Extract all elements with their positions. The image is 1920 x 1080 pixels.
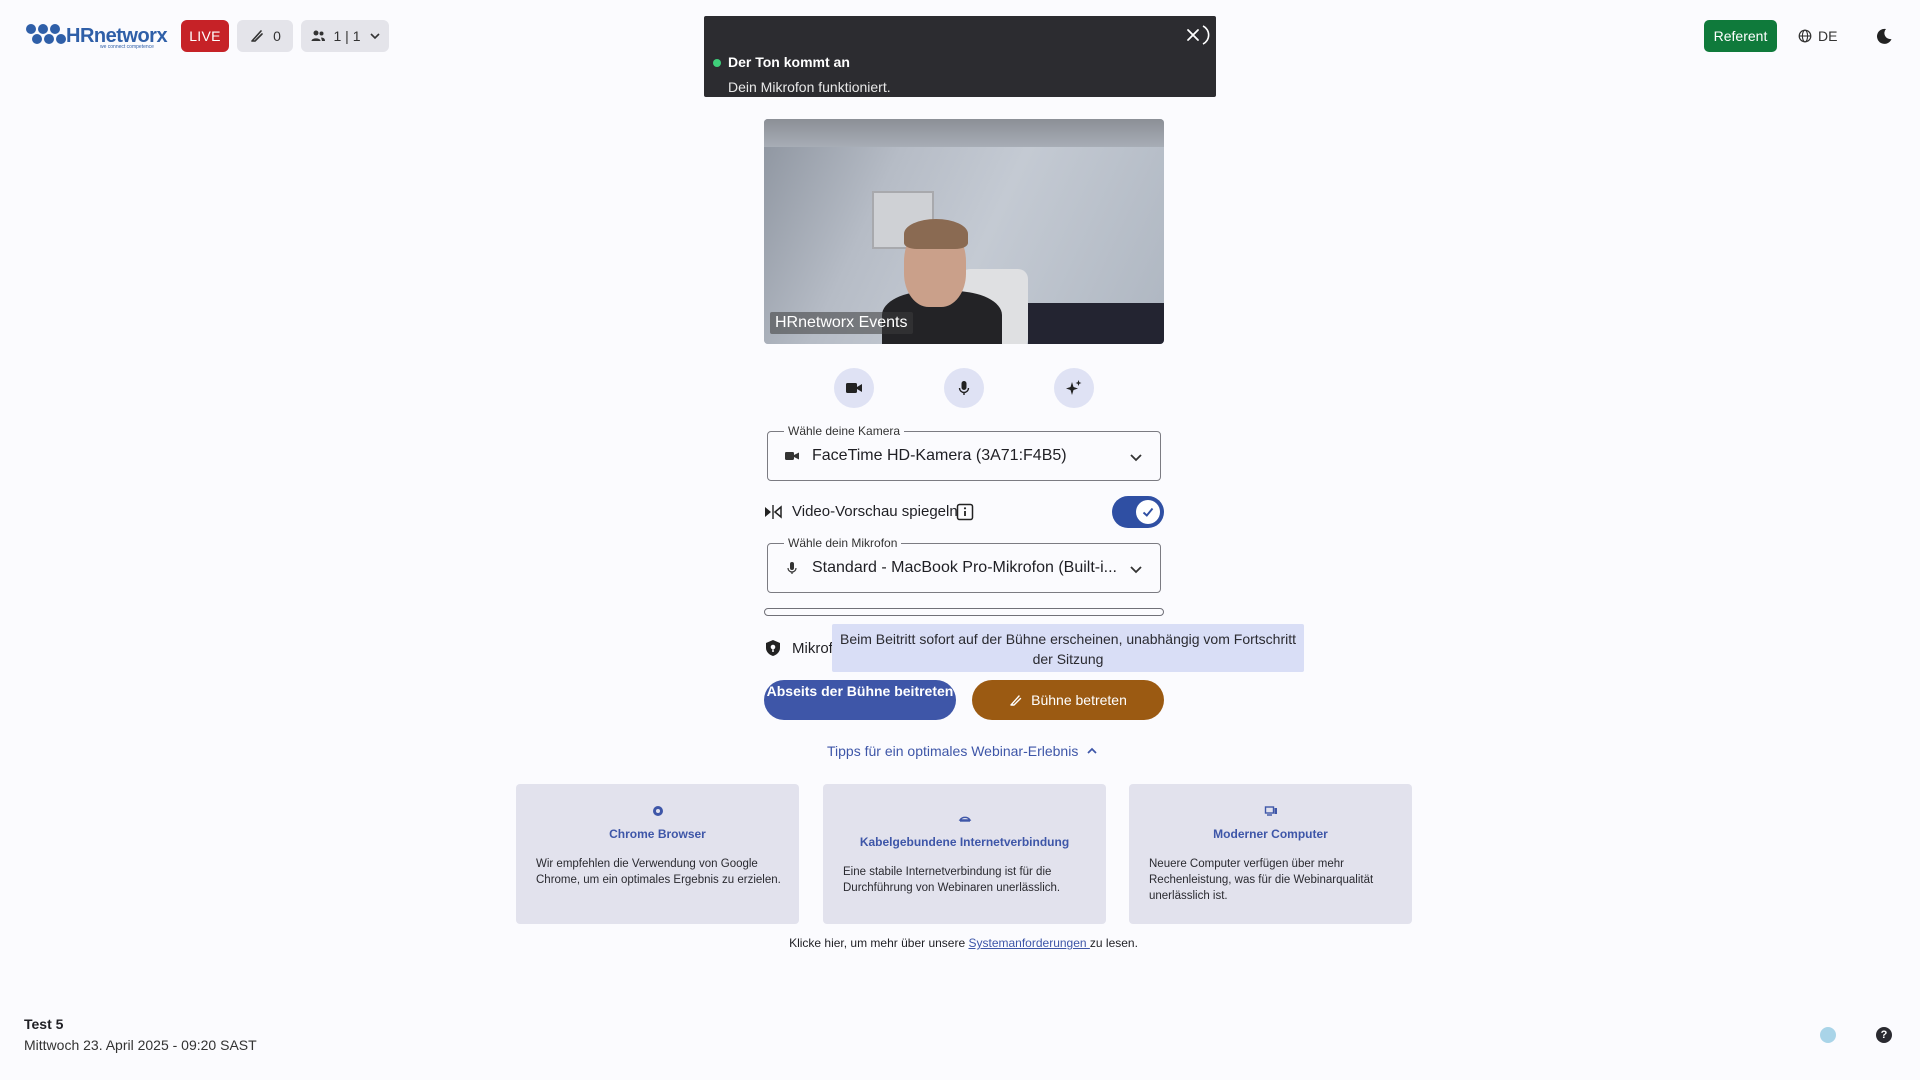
video-name-label: HRnetworx Events <box>770 312 913 334</box>
system-requirements-note: Klicke hier, um mehr über unsere Systema… <box>0 936 1920 950</box>
join-offstage-button[interactable]: Abseits der Bühne beitreten <box>764 680 956 720</box>
tip-card-text: Wir empfehlen die Verwendung von Google … <box>536 858 781 886</box>
hand-icon <box>251 30 263 42</box>
microphone-check-label: Mikrof <box>792 639 833 657</box>
computer-icon <box>1264 806 1277 816</box>
switch-knob <box>1136 500 1160 524</box>
camera-select[interactable]: Wähle deine Kamera FaceTime HD-Kamera (3… <box>767 424 1161 481</box>
chevron-up-icon <box>1087 747 1097 754</box>
toast-notification: Der Ton kommt an Dein Mikrofon funktioni… <box>704 16 1216 97</box>
chevron-down-icon <box>369 33 380 40</box>
microphone-select[interactable]: Wähle dein Mikrofon Standard - MacBook P… <box>767 536 1161 593</box>
sparkle-icon <box>1066 380 1082 395</box>
mirror-preview-switch[interactable] <box>1112 496 1164 528</box>
logo-tagline: we connect competence <box>100 44 154 50</box>
chevron-down-icon <box>1130 454 1142 462</box>
raised-hands-count: 0 <box>273 28 281 44</box>
referent-button[interactable]: Referent <box>1704 20 1777 52</box>
participants-dropdown[interactable]: 1 | 1 <box>301 20 389 52</box>
tip-card-title: Chrome Browser <box>609 827 706 841</box>
video-camera-icon <box>785 452 799 460</box>
microphone-icon <box>787 562 797 574</box>
participants-count: 1 | 1 <box>333 28 361 44</box>
microphone-toggle-button[interactable] <box>944 368 984 408</box>
mirror-preview-label: Video-Vorschau spiegeln <box>792 503 958 520</box>
raised-hands-button[interactable]: 0 <box>237 20 293 52</box>
tip-card-wired-internet: Kabelgebundene Internetverbindung Eine s… <box>823 784 1106 924</box>
tip-card-chrome: Chrome Browser Wir empfehlen die Verwend… <box>516 784 799 924</box>
toast-title: Der Ton kommt an <box>728 54 850 70</box>
microphone-select-legend: Wähle dein Mikrofon <box>784 536 902 550</box>
microphone-icon <box>958 381 970 395</box>
success-dot-icon <box>713 59 721 67</box>
camera-select-legend: Wähle deine Kamera <box>784 424 905 438</box>
tip-card-title: Kabelgebundene Internetverbindung <box>859 835 1070 849</box>
dark-mode-toggle[interactable] <box>1872 24 1896 48</box>
language-selector[interactable]: DE <box>1798 24 1837 48</box>
microphone-check-row: Mikrof <box>764 638 833 658</box>
microphone-level-meter <box>764 608 1164 616</box>
toast-close-icon[interactable] <box>1183 24 1211 48</box>
language-label: DE <box>1818 28 1838 44</box>
system-requirements-link[interactable]: Systemanforderungen <box>968 936 1089 950</box>
logo-text: HRnetworx <box>66 25 168 47</box>
help-icon[interactable]: ? <box>1876 1027 1892 1043</box>
mirror-flip-icon <box>765 505 782 519</box>
tips-toggle-label: Tipps für ein optimales Webinar-Erlebnis <box>827 743 1079 759</box>
globe-icon <box>1798 29 1812 43</box>
people-icon <box>311 30 325 41</box>
enter-stage-button[interactable]: Bühne betreten <box>972 680 1164 720</box>
camera-select-value: FaceTime HD-Kamera (3A71:F4B5) <box>812 447 1067 464</box>
microphone-select-value: Standard - MacBook Pro-Mikrofon (Built-i… <box>812 559 1117 576</box>
hrnetworx-logo[interactable]: HRnetworx we connect competence <box>24 18 174 54</box>
tip-card-text: Eine stabile Internetverbindung ist für … <box>843 866 1061 894</box>
event-title: Test 5 <box>24 1016 64 1032</box>
effects-button[interactable] <box>1054 368 1094 408</box>
enter-stage-label: Bühne betreten <box>1031 692 1127 708</box>
video-preview: HRnetworx Events <box>764 119 1164 344</box>
tip-card-modern-computer: Moderner Computer Neuere Computer verfüg… <box>1129 784 1412 924</box>
sysreq-prefix: Klicke hier, um mehr über unsere <box>789 936 969 950</box>
tip-card-title: Moderner Computer <box>1213 827 1328 841</box>
shield-icon <box>766 640 780 656</box>
enter-stage-tooltip: Beim Beitritt sofort auf der Bühne ersch… <box>832 624 1304 672</box>
tips-toggle[interactable]: Tipps für ein optimales Webinar-Erlebnis <box>827 741 1098 761</box>
toast-message: Dein Mikrofon funktioniert. <box>728 79 891 95</box>
hand-icon <box>1010 695 1022 706</box>
moon-icon <box>1876 28 1892 44</box>
event-date: Mittwoch 23. April 2025 - 09:20 SAST <box>24 1037 257 1053</box>
check-icon <box>1142 507 1154 517</box>
mirror-preview-row: Video-Vorschau spiegeln <box>764 496 1164 528</box>
logo-mark-icon <box>24 22 68 50</box>
camera-toggle-button[interactable] <box>834 368 874 408</box>
sysreq-suffix: zu lesen. <box>1089 936 1138 950</box>
tip-card-text: Neuere Computer verfügen über mehr Reche… <box>1149 858 1374 902</box>
network-icon <box>958 816 972 822</box>
info-icon[interactable] <box>956 503 974 521</box>
chrome-icon <box>653 806 663 816</box>
video-camera-icon <box>846 383 862 393</box>
live-badge: LIVE <box>181 20 229 52</box>
chat-bubble-icon[interactable] <box>1820 1027 1836 1043</box>
chevron-down-icon <box>1130 566 1142 574</box>
